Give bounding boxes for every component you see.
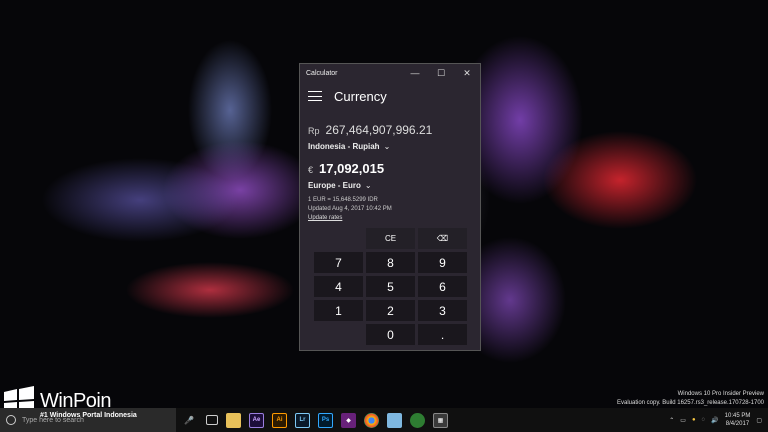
microphone-icon[interactable]: 🎤 <box>176 416 202 425</box>
calculator-taskbar-icon[interactable]: ▦ <box>433 412 448 428</box>
battery-icon[interactable]: ▭ <box>680 417 686 424</box>
key-3[interactable]: 3 <box>418 300 467 321</box>
volume-icon[interactable]: 🔊 <box>711 417 718 424</box>
network-icon[interactable]: ◌ <box>702 417 706 423</box>
window-title: Calculator <box>306 69 338 77</box>
from-currency-symbol: Rp <box>308 126 320 136</box>
notification-icon[interactable]: ▢ <box>756 417 762 424</box>
from-currency-dropdown[interactable]: Indonesia - Rupiah ⌄ <box>308 142 480 151</box>
file-explorer-icon[interactable] <box>226 412 241 428</box>
minimize-button[interactable]: — <box>402 64 428 82</box>
from-currency-label: Indonesia - Rupiah <box>308 142 380 151</box>
menu-icon[interactable] <box>308 91 322 101</box>
clock-date: 8/4/2017 <box>725 421 750 427</box>
maximize-button[interactable]: ☐ <box>428 64 454 82</box>
task-view-icon[interactable] <box>206 415 218 425</box>
app-header: Currency <box>300 82 480 110</box>
key-1[interactable]: 1 <box>314 300 363 321</box>
desktop: Calculator — ☐ ✕ Currency Rp 267,464,907… <box>0 0 768 432</box>
clock-time: 10:45 PM <box>724 413 751 419</box>
key-4[interactable]: 4 <box>314 276 363 297</box>
watermark-line-1: Windows 10 Pro Insider Preview <box>677 391 764 397</box>
build-watermark: Windows 10 Pro Insider Preview Evaluatio… <box>617 390 764 408</box>
key-2[interactable]: 2 <box>366 300 415 321</box>
to-currency-label: Europe - Euro <box>308 181 361 190</box>
lightroom-icon[interactable]: Lr <box>295 412 310 428</box>
key-5[interactable]: 5 <box>366 276 415 297</box>
to-amount[interactable]: 17,092,015 <box>319 161 384 176</box>
to-currency-dropdown[interactable]: Europe - Euro ⌄ <box>308 181 480 190</box>
calculator-window: Calculator — ☐ ✕ Currency Rp 267,464,907… <box>299 63 481 351</box>
title-bar[interactable]: Calculator — ☐ ✕ <box>300 64 480 82</box>
chevron-up-icon[interactable]: ⌃ <box>669 417 674 424</box>
mode-title: Currency <box>334 88 387 104</box>
app-icon[interactable] <box>410 412 425 428</box>
decimal-button[interactable]: . <box>418 324 467 345</box>
from-amount-row[interactable]: Rp 267,464,907,996.21 <box>308 123 480 137</box>
visual-studio-icon[interactable]: ◆ <box>341 412 356 428</box>
logo-subtitle: #1 Windows Portal Indonesia <box>40 412 137 419</box>
store-icon[interactable] <box>387 412 402 428</box>
ce-button[interactable]: CE <box>366 228 415 249</box>
key-0[interactable]: 0 <box>366 324 415 345</box>
chrome-icon[interactable] <box>364 412 379 428</box>
chevron-down-icon: ⌄ <box>383 142 391 151</box>
to-amount-row[interactable]: € 17,092,015 <box>308 161 480 176</box>
cortana-icon[interactable] <box>6 415 16 425</box>
key-9[interactable]: 9 <box>418 252 467 273</box>
photoshop-icon[interactable]: Ps <box>318 412 333 428</box>
updated-timestamp: Updated Aug 4, 2017 10:42 PM <box>308 206 392 212</box>
exchange-rate: 1 EUR = 15,648.5299 IDR <box>308 197 378 203</box>
clock[interactable]: 10:45 PM 8/4/2017 <box>725 412 751 428</box>
key-6[interactable]: 6 <box>418 276 467 297</box>
watermark-line-2: Evaluation copy. Build 16257.rs3_release… <box>617 400 764 406</box>
key-8[interactable]: 8 <box>366 252 415 273</box>
emoji-icon[interactable]: ● <box>692 417 696 423</box>
close-button[interactable]: ✕ <box>454 64 480 82</box>
to-currency-symbol: € <box>308 165 314 175</box>
illustrator-icon[interactable]: Ai <box>272 412 287 428</box>
from-amount[interactable]: 267,464,907,996.21 <box>326 123 433 137</box>
after-effects-icon[interactable]: Ae <box>249 412 264 428</box>
backspace-button[interactable]: ⌫ <box>418 228 467 249</box>
system-tray: ⌃ ▭ ● ◌ 🔊 10:45 PM 8/4/2017 ▢ <box>669 408 762 432</box>
key-7[interactable]: 7 <box>314 252 363 273</box>
chevron-down-icon: ⌄ <box>364 181 372 190</box>
update-rates-link[interactable]: Update rates <box>308 214 480 223</box>
